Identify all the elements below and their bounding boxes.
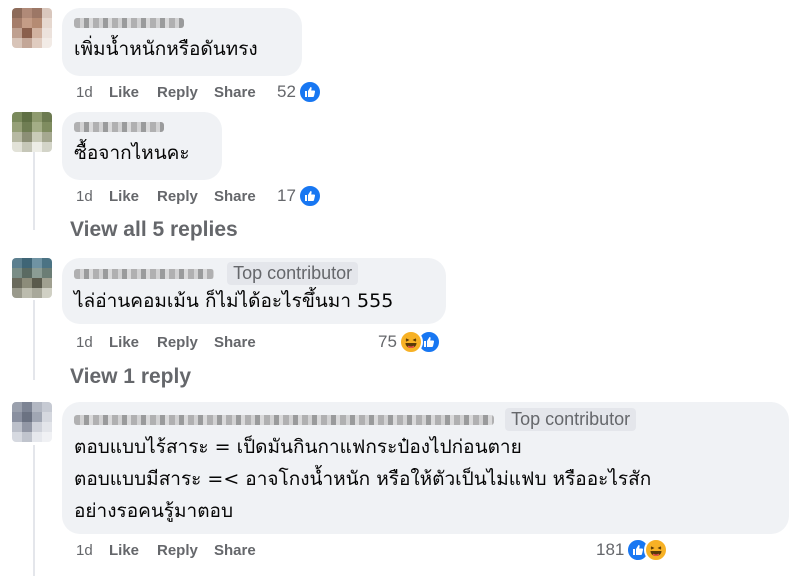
- author-name[interactable]: [74, 12, 290, 31]
- timestamp[interactable]: 1d: [76, 542, 93, 559]
- like-button[interactable]: Like: [109, 542, 139, 559]
- like-button[interactable]: Like: [109, 84, 139, 101]
- thread-line: [33, 445, 35, 576]
- comment-text: ซื้อจากไหนคะ: [74, 142, 190, 164]
- view-replies-link[interactable]: View 1 reply: [70, 365, 191, 389]
- timestamp[interactable]: 1d: [76, 334, 93, 351]
- comment-text-line: อย่างรอคนรู้มาตอบ: [74, 500, 234, 522]
- like-icon: [297, 80, 322, 104]
- reply-button[interactable]: Reply: [157, 84, 198, 101]
- top-contributor-badge: Top contributor: [505, 408, 637, 431]
- reaction-summary[interactable]: 181: [596, 538, 669, 562]
- comment-bubble: เพิ่มน้ำหนักหรือดันทรง: [62, 8, 302, 76]
- reaction-summary[interactable]: 75: [378, 330, 441, 354]
- author-name[interactable]: [74, 414, 494, 425]
- like-button[interactable]: Like: [109, 188, 139, 205]
- reaction-count: 52: [277, 82, 296, 101]
- reaction-count: 17: [277, 186, 296, 205]
- top-contributor-badge: Top contributor: [227, 262, 359, 285]
- share-button[interactable]: Share: [214, 334, 256, 351]
- avatar[interactable]: [12, 8, 52, 48]
- comment-header: Top contributor: [74, 262, 434, 285]
- like-button[interactable]: Like: [109, 334, 139, 351]
- comment-bubble: Top contributor ไล่อ่านคอมเม้น ก็ไม่ได้อ…: [62, 258, 446, 324]
- comment-text-line: ตอบแบบไร้สาระ = เป็ดมันกินกาแฟกระป๋องไปก…: [74, 436, 522, 458]
- comment-text: เพิ่มน้ำหนักหรือดันทรง: [74, 38, 258, 60]
- share-button[interactable]: Share: [214, 84, 256, 101]
- reply-button[interactable]: Reply: [157, 188, 198, 205]
- avatar[interactable]: [12, 402, 52, 442]
- reaction-count: 75: [378, 332, 397, 351]
- reaction-count: 181: [596, 540, 625, 559]
- comment-bubble: Top contributor ตอบแบบไร้สาระ = เป็ดมันก…: [62, 402, 789, 534]
- view-replies-link[interactable]: View all 5 replies: [70, 218, 238, 242]
- comment-bubble: ซื้อจากไหนคะ: [62, 112, 222, 180]
- haha-icon: [398, 330, 423, 354]
- thread-line: [33, 150, 35, 230]
- comment-text-line: ตอบแบบมีสาระ =< อาจโกงน้ำหนัก หรือให้ตัว…: [74, 468, 652, 490]
- timestamp[interactable]: 1d: [76, 84, 93, 101]
- reply-button[interactable]: Reply: [157, 542, 198, 559]
- share-button[interactable]: Share: [214, 188, 256, 205]
- reply-button[interactable]: Reply: [157, 334, 198, 351]
- haha-icon: [644, 538, 669, 562]
- reaction-summary[interactable]: 52: [277, 80, 322, 104]
- avatar[interactable]: [12, 258, 52, 298]
- thread-line: [33, 300, 35, 380]
- like-icon: [297, 184, 322, 208]
- timestamp[interactable]: 1d: [76, 188, 93, 205]
- avatar[interactable]: [12, 112, 52, 152]
- comment-header: Top contributor: [74, 408, 777, 431]
- comment-text: ไล่อ่านคอมเม้น ก็ไม่ได้อะไรขึ้นมา 555: [74, 290, 394, 312]
- reaction-summary[interactable]: 17: [277, 184, 322, 208]
- author-name[interactable]: [74, 116, 210, 135]
- share-button[interactable]: Share: [214, 542, 256, 559]
- author-name[interactable]: [74, 268, 214, 279]
